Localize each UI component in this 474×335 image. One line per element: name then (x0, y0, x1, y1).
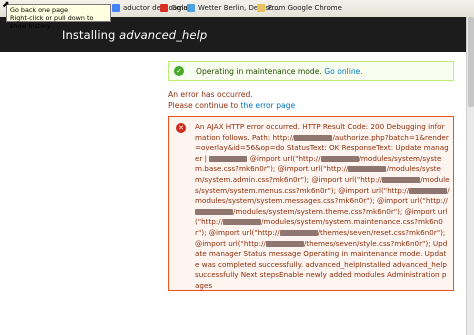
error-note-line-2: Please continue to the error page (168, 101, 296, 110)
google-icon (112, 4, 120, 12)
redacted-host (320, 155, 359, 162)
redacted-host (209, 155, 248, 162)
error-page-link[interactable]: the error page (241, 101, 296, 110)
go-online-link[interactable]: Go online. (324, 67, 363, 76)
redacted-host (195, 208, 233, 215)
redacted-host (382, 176, 421, 183)
error-x-icon: ✕ (176, 123, 186, 133)
tooltip-line-2: Right-click or pull down to show history (10, 14, 94, 30)
bookmark-label: From Google Chrome (268, 4, 342, 12)
cursor-arrow-icon: ⬈ (2, 0, 10, 10)
redacted-host (265, 240, 304, 247)
title-prefix: Installing (62, 28, 120, 42)
gmail-icon (160, 4, 168, 12)
title-module: advanced_help (119, 28, 208, 42)
check-icon: ✓ (174, 66, 184, 76)
bookmark-folder-chrome[interactable]: From Google Chrome (257, 4, 342, 12)
redacted-host (409, 187, 448, 194)
page-title: Installing advanced_help (62, 28, 207, 42)
redacted-host (279, 229, 318, 236)
redacted-host (348, 166, 387, 173)
error-note-line-1: An error has occurred. (168, 90, 253, 99)
redacted-host (223, 219, 262, 226)
error-message: ✕ An AJAX HTTP error occurred. HTTP Resu… (168, 116, 454, 291)
weather-icon (187, 4, 195, 12)
scrollbar-thumb[interactable] (468, 17, 474, 107)
status-message: ✓ Operating in maintenance mode. Go onli… (168, 61, 454, 81)
status-text: Operating in maintenance mode. Go online… (196, 67, 363, 76)
error-text: An AJAX HTTP error occurred. HTTP Result… (195, 122, 450, 290)
error-note: An error has occurred. Please continue t… (168, 89, 295, 111)
vertical-scrollbar[interactable] (466, 17, 474, 335)
redacted-host (294, 134, 333, 141)
folder-icon (257, 4, 265, 12)
back-button-tooltip: ⬈ Go back one page Right-click or pull d… (2, 1, 111, 30)
tooltip-line-1: Go back one page (10, 6, 68, 14)
